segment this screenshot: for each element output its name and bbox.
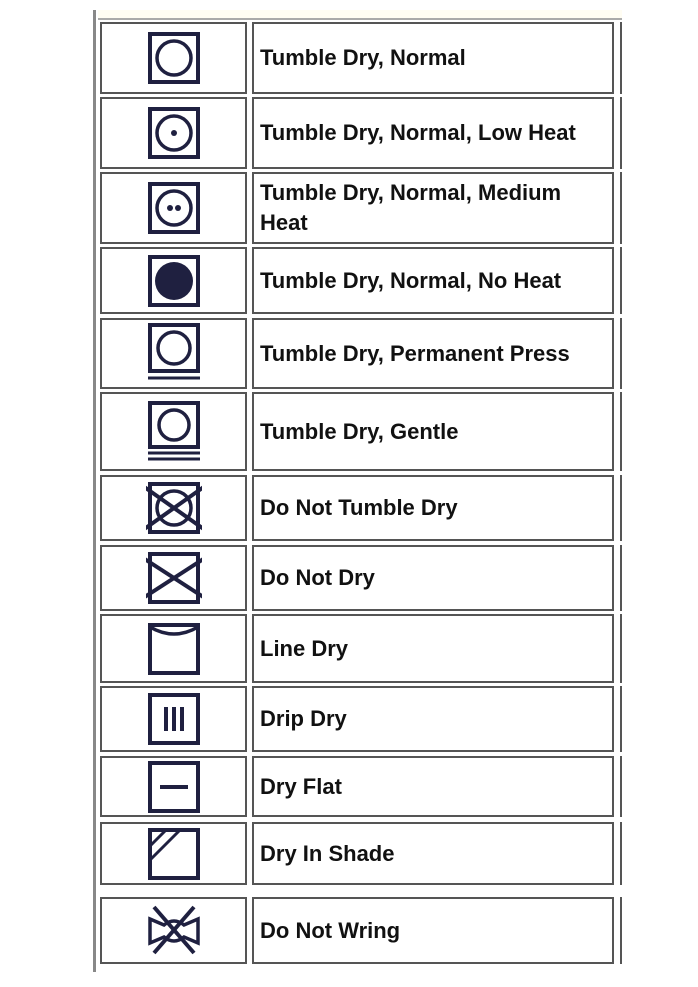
symbol-cell bbox=[100, 97, 247, 169]
next-column-edge bbox=[620, 756, 630, 817]
do-not-wring-icon bbox=[136, 903, 212, 959]
table-row: Drip Dry bbox=[98, 686, 628, 752]
symbol-cell bbox=[100, 897, 247, 964]
next-column-edge bbox=[620, 247, 630, 314]
tumble-dry-no-heat-icon bbox=[146, 253, 202, 309]
next-column-edge bbox=[620, 97, 630, 169]
symbol-cell bbox=[100, 318, 247, 389]
table-row: Do Not Dry bbox=[98, 545, 628, 611]
symbol-cell bbox=[100, 545, 247, 611]
next-column-edge bbox=[620, 686, 630, 752]
next-column-edge bbox=[620, 822, 630, 885]
symbol-label: Dry Flat bbox=[252, 756, 614, 817]
symbol-label: Do Not Dry bbox=[252, 545, 614, 611]
symbol-label: Tumble Dry, Normal, No Heat bbox=[252, 247, 614, 314]
symbol-label: Do Not Wring bbox=[252, 897, 614, 964]
next-column-edge bbox=[620, 22, 630, 94]
table-row: Tumble Dry, Gentle bbox=[98, 392, 628, 471]
tumble-dry-normal-icon bbox=[146, 30, 202, 86]
symbol-cell bbox=[100, 756, 247, 817]
next-column-edge bbox=[620, 897, 630, 964]
table-row: Tumble Dry, Normal, No Heat bbox=[98, 247, 628, 314]
do-not-tumble-dry-icon bbox=[145, 480, 202, 536]
do-not-dry-icon bbox=[145, 550, 202, 606]
table-row: Tumble Dry, Permanent Press bbox=[98, 318, 628, 389]
symbol-cell bbox=[100, 392, 247, 471]
next-column-edge bbox=[620, 172, 630, 244]
symbol-cell bbox=[100, 614, 247, 683]
tumble-dry-low-heat-icon bbox=[146, 105, 202, 161]
table-row: Do Not Tumble Dry bbox=[98, 475, 628, 541]
table-row: Tumble Dry, Normal bbox=[98, 22, 628, 94]
symbol-cell bbox=[100, 22, 247, 94]
symbol-label: Do Not Tumble Dry bbox=[252, 475, 614, 541]
symbol-label: Dry In Shade bbox=[252, 822, 614, 885]
table-row: Dry Flat bbox=[98, 756, 628, 817]
symbol-cell bbox=[100, 686, 247, 752]
page-left-border bbox=[93, 10, 96, 972]
table-row: Tumble Dry, Normal, Low Heat bbox=[98, 97, 628, 169]
table-row: Do Not Wring bbox=[98, 897, 628, 964]
next-column-edge bbox=[620, 475, 630, 541]
next-column-edge bbox=[620, 545, 630, 611]
symbol-label: Tumble Dry, Normal bbox=[252, 22, 614, 94]
symbol-label: Line Dry bbox=[252, 614, 614, 683]
table-row: Dry In Shade bbox=[98, 822, 628, 885]
next-column-edge bbox=[620, 614, 630, 683]
symbol-label: Tumble Dry, Normal, Low Heat bbox=[252, 97, 614, 169]
tumble-dry-gentle-icon bbox=[146, 400, 202, 463]
next-column-edge bbox=[620, 318, 630, 389]
dry-in-shade-icon bbox=[146, 826, 202, 882]
table-top-edge bbox=[98, 10, 622, 20]
dry-flat-icon bbox=[146, 759, 202, 815]
symbol-label: Tumble Dry, Permanent Press bbox=[252, 318, 614, 389]
symbol-cell bbox=[100, 822, 247, 885]
symbol-cell bbox=[100, 247, 247, 314]
symbol-cell bbox=[100, 172, 247, 244]
tumble-dry-medium-heat-icon bbox=[146, 180, 202, 236]
tumble-dry-permanent-press-icon bbox=[146, 322, 202, 385]
symbol-label: Tumble Dry, Normal, Medium Heat bbox=[252, 172, 614, 244]
table-row: Tumble Dry, Normal, Medium Heat bbox=[98, 172, 628, 244]
next-column-edge bbox=[620, 392, 630, 471]
symbol-label: Tumble Dry, Gentle bbox=[252, 392, 614, 471]
line-dry-icon bbox=[146, 621, 202, 677]
symbol-label: Drip Dry bbox=[252, 686, 614, 752]
drip-dry-icon bbox=[146, 691, 202, 747]
symbol-cell bbox=[100, 475, 247, 541]
table-row: Line Dry bbox=[98, 614, 628, 683]
